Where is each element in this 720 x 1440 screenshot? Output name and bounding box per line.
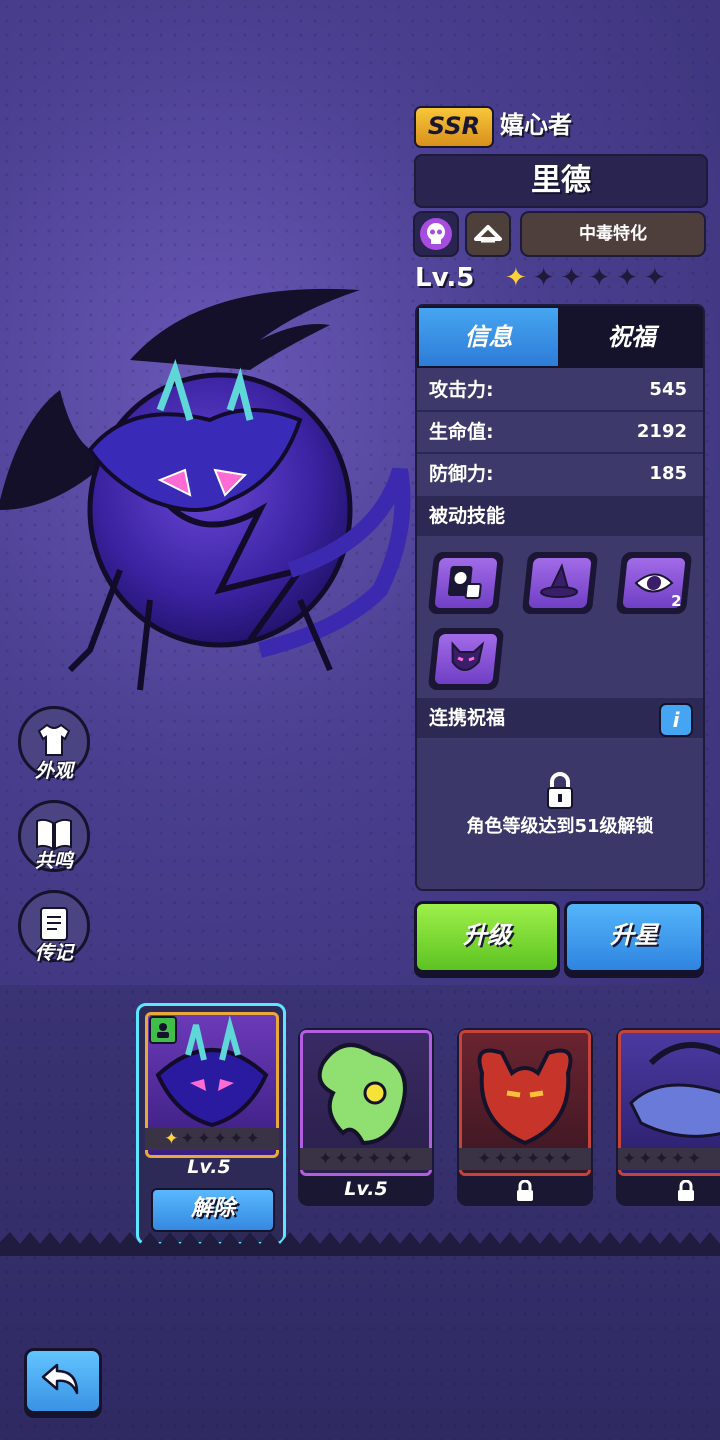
shadow-dragon-portrait: [629, 1042, 720, 1138]
remove-button[interactable]: 解除: [151, 1188, 275, 1232]
specialty-tag[interactable]: 中毒特化: [520, 211, 706, 257]
tab-info[interactable]: 信息: [419, 308, 558, 366]
spike-divider: [0, 1232, 720, 1256]
demon-mask-icon: [451, 641, 485, 671]
upgrade-button[interactable]: 升级: [414, 901, 560, 973]
star-icon: ✦: [616, 263, 638, 293]
lock-icon: [678, 1180, 694, 1201]
star-icon: ✦: [505, 263, 527, 293]
tab-blessing[interactable]: 祝福: [560, 306, 703, 368]
skill-count: 2: [670, 592, 682, 610]
link-blessing-locked: 角色等级达到51级解锁: [417, 740, 703, 889]
stat-label: 攻击力:: [429, 379, 494, 401]
lock-icon: [517, 1180, 533, 1201]
roster-card-selected[interactable]: ✦ ✦ ✦ ✦ ✦ ✦ Lv.5 解除: [136, 1003, 286, 1245]
star-icon: ✦: [532, 263, 555, 293]
card-stars: ✦ ✦ ✦ ✦ ✦: [618, 1148, 720, 1170]
roster-card[interactable]: ✦ ✦ ✦ ✦ ✦ ✦ Lv.5: [298, 1028, 434, 1206]
dragon-character-art: [0, 288, 411, 691]
stat-value: 2192: [636, 421, 687, 442]
section-title: 连携祝福: [429, 707, 506, 729]
shirt-icon: [37, 723, 71, 756]
star-rating: ✦ ✦ ✦ ✦ ✦ ✦: [505, 262, 666, 294]
skill-slot[interactable]: [427, 552, 505, 614]
card-stars: ✦ ✦ ✦ ✦ ✦ ✦: [145, 1128, 279, 1150]
card-stars: ✦ ✦ ✦ ✦ ✦ ✦: [459, 1148, 591, 1170]
back-button[interactable]: [24, 1348, 102, 1414]
star-icon: ✦: [588, 263, 611, 293]
star-icon: ✦: [560, 263, 583, 293]
skill-slot[interactable]: [427, 628, 505, 690]
hero-title: 嬉心者: [500, 111, 572, 139]
hero-info-panel: 信息 祝福 攻击力: 545 生命值: 2192 防御力: 185 被动技能 2…: [415, 304, 705, 891]
card-level: Lv.5: [344, 1178, 388, 1200]
skull-icon: [420, 218, 452, 250]
chevron-up-icon: [474, 225, 502, 243]
side-label: 传记: [34, 942, 73, 964]
stat-value: 185: [649, 463, 687, 484]
side-label: 外观: [34, 760, 73, 782]
stat-label: 防御力:: [429, 463, 494, 485]
card-stars: ✦ ✦ ✦ ✦ ✦ ✦: [300, 1148, 432, 1170]
unlock-requirement: 角色等级达到51级解锁: [466, 816, 654, 837]
class-rank-button[interactable]: [465, 211, 511, 257]
stat-row-defense: 防御力: 185: [417, 454, 703, 494]
witch-hat-icon: [540, 563, 579, 598]
skill-slot[interactable]: [521, 552, 599, 614]
card-level: Lv.5: [187, 1156, 231, 1178]
side-label: 共鸣: [34, 850, 73, 872]
star-icon: ✦: [643, 263, 666, 293]
roster-card-locked[interactable]: ✦ ✦ ✦ ✦ ✦: [616, 1028, 720, 1206]
stat-row-hp: 生命值: 2192: [417, 412, 703, 454]
passive-skills-header: 被动技能: [417, 496, 703, 536]
hero-name: 里德: [414, 154, 708, 208]
lock-icon: [547, 772, 573, 809]
skill-slot[interactable]: 2: [615, 552, 693, 614]
star-up-button[interactable]: 升星: [564, 901, 704, 973]
poison-element-button[interactable]: [413, 211, 459, 257]
stat-value: 545: [649, 379, 687, 400]
in-team-badge: [149, 1016, 177, 1044]
tab-bar: 信息 祝福: [417, 306, 703, 368]
hero-level: Lv.5: [415, 263, 475, 293]
stat-row-attack: 攻击力: 545: [417, 370, 703, 412]
back-arrow-icon: [41, 1363, 79, 1395]
rarity-badge: SSR: [414, 106, 494, 148]
link-blessing-header: 连携祝福 i: [417, 698, 703, 738]
info-button[interactable]: i: [659, 703, 693, 737]
red-demon-portrait: [477, 1048, 573, 1146]
roster-card-locked[interactable]: ✦ ✦ ✦ ✦ ✦ ✦: [457, 1028, 593, 1206]
stat-label: 生命值:: [429, 421, 494, 443]
section-title: 被动技能: [429, 505, 506, 527]
skull-cards-icon: [447, 566, 482, 599]
green-ghost-portrait: [317, 1043, 407, 1146]
